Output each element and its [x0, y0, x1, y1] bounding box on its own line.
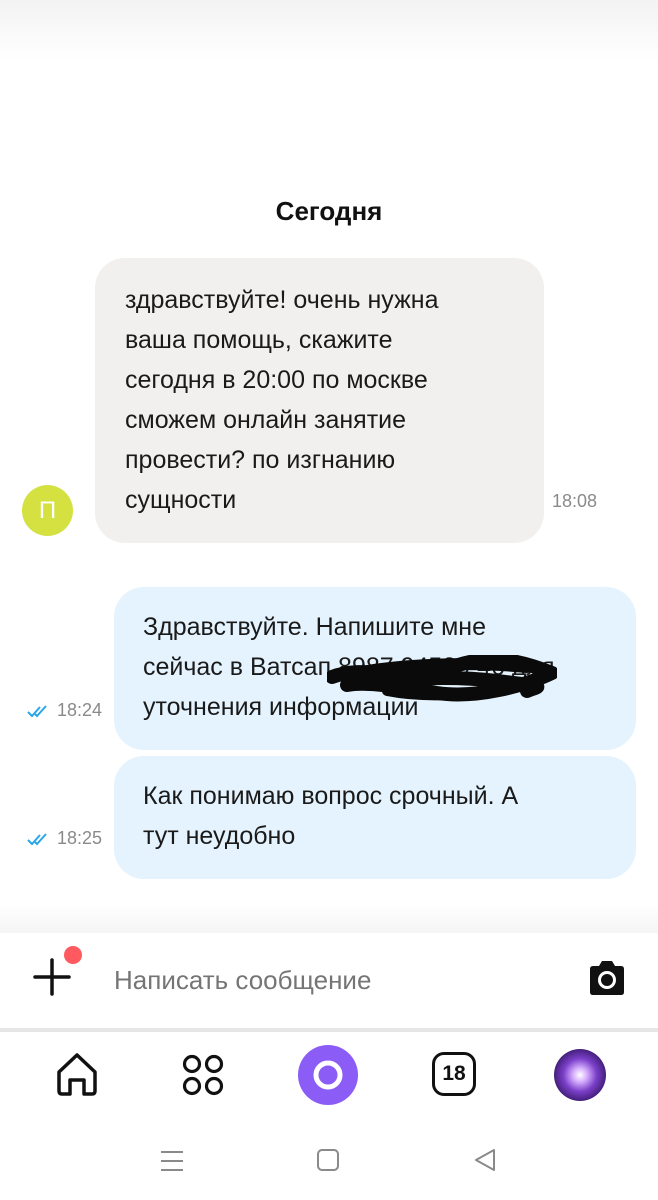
home-icon[interactable]: [54, 1050, 100, 1098]
profile-avatar[interactable]: [554, 1049, 606, 1101]
message-line: здравствуйте! очень нужна: [125, 286, 439, 314]
composer-shadow: [0, 905, 658, 933]
camera-icon[interactable]: [587, 960, 627, 996]
alice-ring-icon: [313, 1060, 343, 1090]
message-line: ваша помощь, скажите: [125, 326, 393, 354]
incoming-message-bubble[interactable]: здравствуйте! очень нужна ваша помощь, с…: [95, 258, 544, 543]
notification-dot: [64, 946, 82, 964]
double-check-icon: [27, 704, 47, 717]
message-line: тут неудобно: [143, 822, 296, 850]
message-time: 18:08: [552, 491, 598, 511]
message-line: сущности: [125, 486, 237, 514]
date-separator: Сегодня: [275, 196, 383, 226]
services-grid-icon[interactable]: [182, 1054, 224, 1096]
message-input[interactable]: [114, 960, 554, 1000]
message-line: сегодня в 20:00 по москве: [125, 366, 428, 394]
message-status: 18:24: [27, 700, 102, 721]
message-line: Здравствуйте. Напишите мне: [143, 613, 487, 641]
menu-icon[interactable]: [159, 1149, 185, 1173]
double-check-icon: [27, 832, 47, 845]
message-time: 18:24: [57, 700, 103, 720]
message-line: провести? по изгнанию: [125, 446, 396, 474]
alice-assistant-icon[interactable]: [298, 1045, 358, 1105]
back-triangle-icon[interactable]: [472, 1147, 498, 1173]
message-time: 18:25: [57, 828, 103, 848]
top-header-shadow: [0, 0, 658, 60]
message-status: 18:25: [27, 828, 102, 849]
calendar-icon[interactable]: 18: [432, 1052, 476, 1096]
message-line: Как понимаю вопрос срочный. А: [143, 782, 519, 810]
message-line: сможем онлайн занятие: [125, 406, 407, 434]
outgoing-message-bubble[interactable]: Как понимаю вопрос срочный. А тут неудоб…: [114, 756, 636, 879]
sender-avatar[interactable]: П: [22, 485, 73, 536]
home-square-icon[interactable]: [316, 1148, 340, 1172]
redaction-scribble: [327, 655, 557, 702]
